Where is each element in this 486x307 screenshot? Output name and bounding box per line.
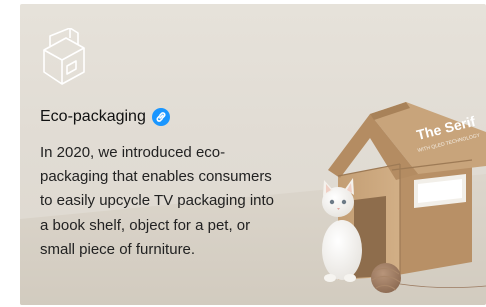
description-line: small piece of furniture. bbox=[40, 240, 196, 258]
description-line: a book shelf, object for a pet, or bbox=[40, 216, 251, 234]
card-description: In 2020, we introduced eco- packaging th… bbox=[40, 141, 322, 262]
card-title: Eco-packaging bbox=[40, 108, 146, 125]
description-line: In 2020, we introduced eco- bbox=[40, 144, 226, 161]
title-row: Eco-packaging bbox=[40, 108, 170, 126]
description-line: packaging that enables consumers bbox=[40, 168, 272, 186]
eco-packaging-card: The Serif WITH QLED TECHNOLOGY Eco-packa… bbox=[20, 4, 486, 305]
description-line: to easily upcycle TV packaging into bbox=[40, 192, 275, 210]
page: The Serif WITH QLED TECHNOLOGY Eco-packa… bbox=[0, 0, 486, 307]
link-icon[interactable] bbox=[151, 108, 170, 126]
eco-packaging-box-icon bbox=[43, 28, 85, 85]
